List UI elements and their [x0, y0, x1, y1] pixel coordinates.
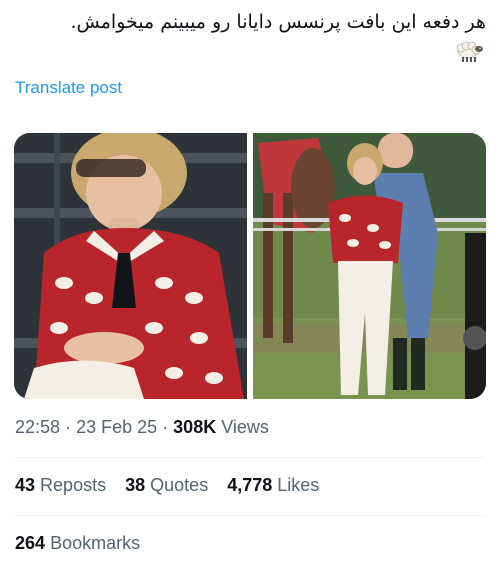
divider	[15, 457, 485, 458]
quotes-stat[interactable]: 38 Quotes	[125, 475, 208, 496]
post-text: هر دفعه این بافت پرنسس دایانا رو میبینم …	[70, 11, 486, 33]
likes-stat[interactable]: 4,778 Likes	[227, 475, 319, 496]
quotes-label: Quotes	[150, 475, 209, 495]
quotes-count: 38	[125, 475, 146, 495]
reposts-label: Reposts	[40, 475, 107, 495]
reposts-stat[interactable]: 43 Reposts	[15, 475, 106, 496]
bookmarks-stat[interactable]: 264 Bookmarks	[15, 533, 140, 554]
likes-count: 4,778	[227, 475, 273, 495]
meta-separator: ·	[65, 417, 72, 437]
bookmarks-count: 264	[15, 533, 46, 553]
post-meta: 22:58 · 23 Feb 25 · 308K Views	[15, 417, 269, 438]
reposts-count: 43	[15, 475, 36, 495]
meta-separator: ·	[162, 417, 169, 437]
photo-diana-closeup-image	[14, 133, 247, 399]
photo-diana-polo-field-image	[253, 133, 486, 399]
photo-diana-polo-field[interactable]	[253, 133, 486, 399]
translate-post-link[interactable]: Translate post	[15, 78, 122, 98]
likes-label: Likes	[277, 475, 320, 495]
divider	[15, 515, 485, 516]
media-gallery	[14, 133, 486, 399]
photo-diana-closeup[interactable]	[14, 133, 247, 399]
engagement-stats: 43 Reposts 38 Quotes 4,778 Likes	[15, 475, 333, 496]
post-time[interactable]: 22:58	[15, 417, 60, 437]
sheep-emoji-icon	[456, 41, 483, 62]
post-date[interactable]: 23 Feb 25	[76, 417, 157, 437]
bookmarks-label: Bookmarks	[50, 533, 141, 553]
views-label: Views	[221, 417, 269, 437]
views-count: 308K	[173, 417, 217, 437]
